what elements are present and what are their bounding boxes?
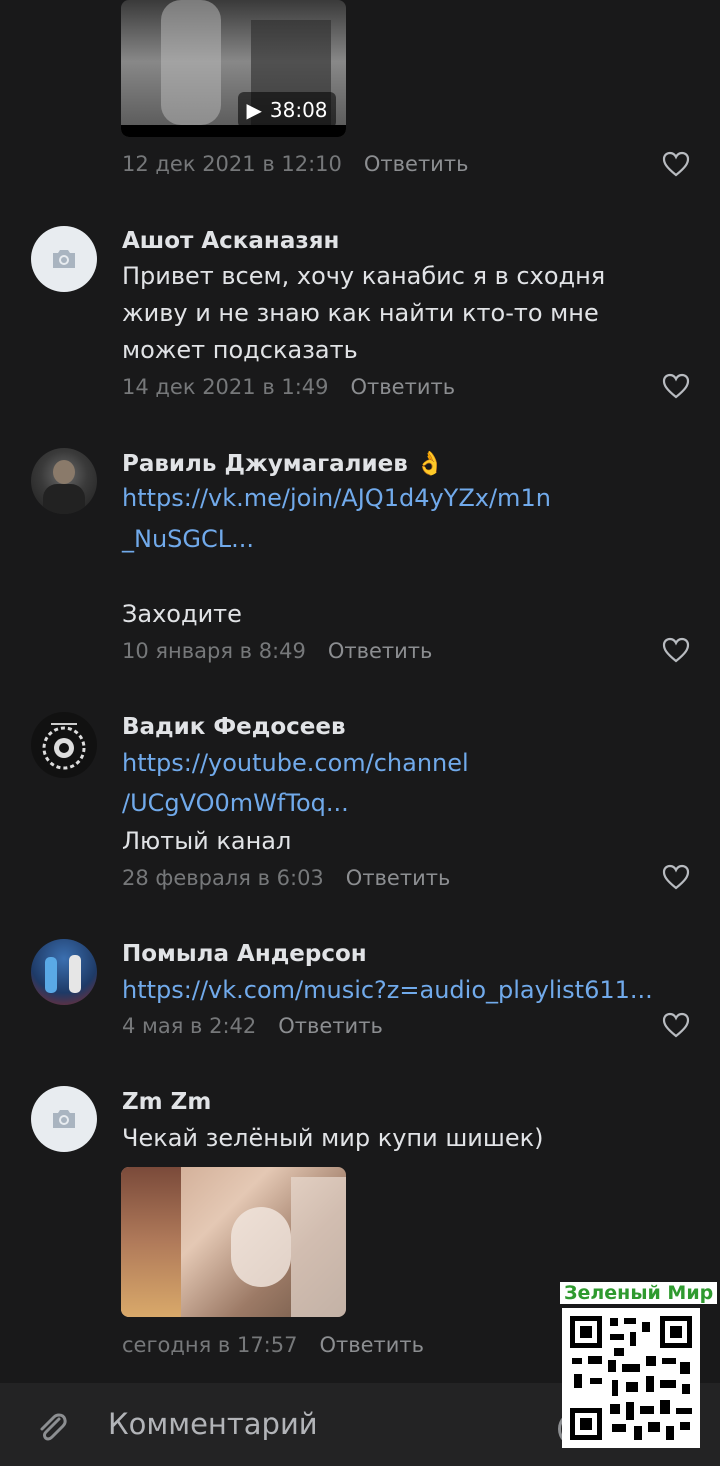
comment-date: 10 января в 8:49	[122, 639, 306, 663]
qr-code-graphic	[570, 1316, 692, 1440]
reply-button[interactable]: Ответить	[346, 866, 451, 890]
video-thumbnail[interactable]: ▶ 38:08	[121, 0, 346, 137]
comment-meta: 4 мая в 2:42 Ответить	[122, 1014, 383, 1038]
reply-button[interactable]: Ответить	[364, 152, 469, 176]
comment-date: 14 дек 2021 в 1:49	[122, 375, 329, 399]
comment-author[interactable]: Равиль Джумагалиев 👌	[122, 450, 444, 477]
comment-date: сегодня в 17:57	[122, 1333, 298, 1357]
comment-text: Заходите	[122, 600, 242, 628]
camera-icon	[53, 250, 75, 268]
watermark-label: Зеленый Мир	[560, 1282, 718, 1304]
comment-input[interactable]: Комментарий	[108, 1407, 318, 1441]
like-heart-icon[interactable]	[662, 151, 690, 177]
comment-link-line[interactable]: _NuSGCL...	[122, 521, 254, 558]
paperclip-icon[interactable]	[32, 1407, 72, 1447]
avatar[interactable]	[31, 448, 97, 514]
comment-date: 4 мая в 2:42	[122, 1014, 257, 1038]
comment-author[interactable]: Ашот Асканазян	[122, 228, 339, 254]
avatar[interactable]	[31, 226, 97, 292]
camera-icon	[53, 1110, 75, 1128]
comment-link-line[interactable]: https://youtube.com/channel	[122, 745, 469, 782]
like-heart-icon[interactable]	[662, 864, 690, 890]
avatar[interactable]	[31, 1086, 97, 1152]
comment-date: 28 февраля в 6:03	[122, 866, 324, 890]
comment-text-line: Привет всем, хочу канабис я в сходня	[122, 262, 606, 290]
comment-link-line[interactable]: https://vk.me/join/AJQ1d4yYZx/m1n	[122, 480, 551, 517]
like-heart-icon[interactable]	[662, 637, 690, 663]
avatar[interactable]	[31, 712, 97, 778]
comment-author[interactable]: Вадик Федосеев	[122, 714, 346, 740]
comment-meta: 10 января в 8:49 Ответить	[122, 639, 432, 663]
comment-meta: 28 февраля в 6:03 Ответить	[122, 866, 450, 890]
comment-text-line: может подсказать	[122, 336, 358, 364]
comment-date: 12 дек 2021 в 12:10	[122, 152, 342, 176]
qr-code	[562, 1308, 700, 1448]
video-duration-badge: ▶ 38:08	[238, 92, 336, 128]
comment-text-line: живу и не знаю как найти кто-то мне	[122, 299, 599, 327]
like-heart-icon[interactable]	[662, 1012, 690, 1038]
photo-attachment[interactable]	[121, 1167, 346, 1317]
comment-text: Чекай зелёный мир купи шишек)	[122, 1124, 544, 1152]
video-duration: 38:08	[269, 98, 328, 122]
comment-meta: сегодня в 17:57 Ответить	[122, 1333, 424, 1357]
comment-link-line[interactable]: /UCgVO0mWfToq...	[122, 785, 349, 822]
play-icon: ▶	[246, 98, 262, 122]
reply-button[interactable]: Ответить	[319, 1333, 424, 1357]
comment-link-line[interactable]: https://vk.com/music?z=audio_playlist611…	[122, 972, 670, 1009]
reply-button[interactable]: Ответить	[328, 639, 433, 663]
comment-meta: 12 дек 2021 в 12:10 Ответить	[122, 152, 468, 176]
comment-meta: 14 дек 2021 в 1:49 Ответить	[122, 375, 455, 399]
like-heart-icon[interactable]	[662, 373, 690, 399]
avatar[interactable]	[31, 939, 97, 1005]
comment-author[interactable]: Zm Zm	[122, 1089, 211, 1115]
reply-button[interactable]: Ответить	[278, 1014, 383, 1038]
comment-text: Лютый канал	[122, 827, 292, 855]
reply-button[interactable]: Ответить	[351, 375, 456, 399]
avatar-graphic	[42, 723, 86, 770]
comment-author[interactable]: Помыла Андерсон	[122, 941, 367, 967]
